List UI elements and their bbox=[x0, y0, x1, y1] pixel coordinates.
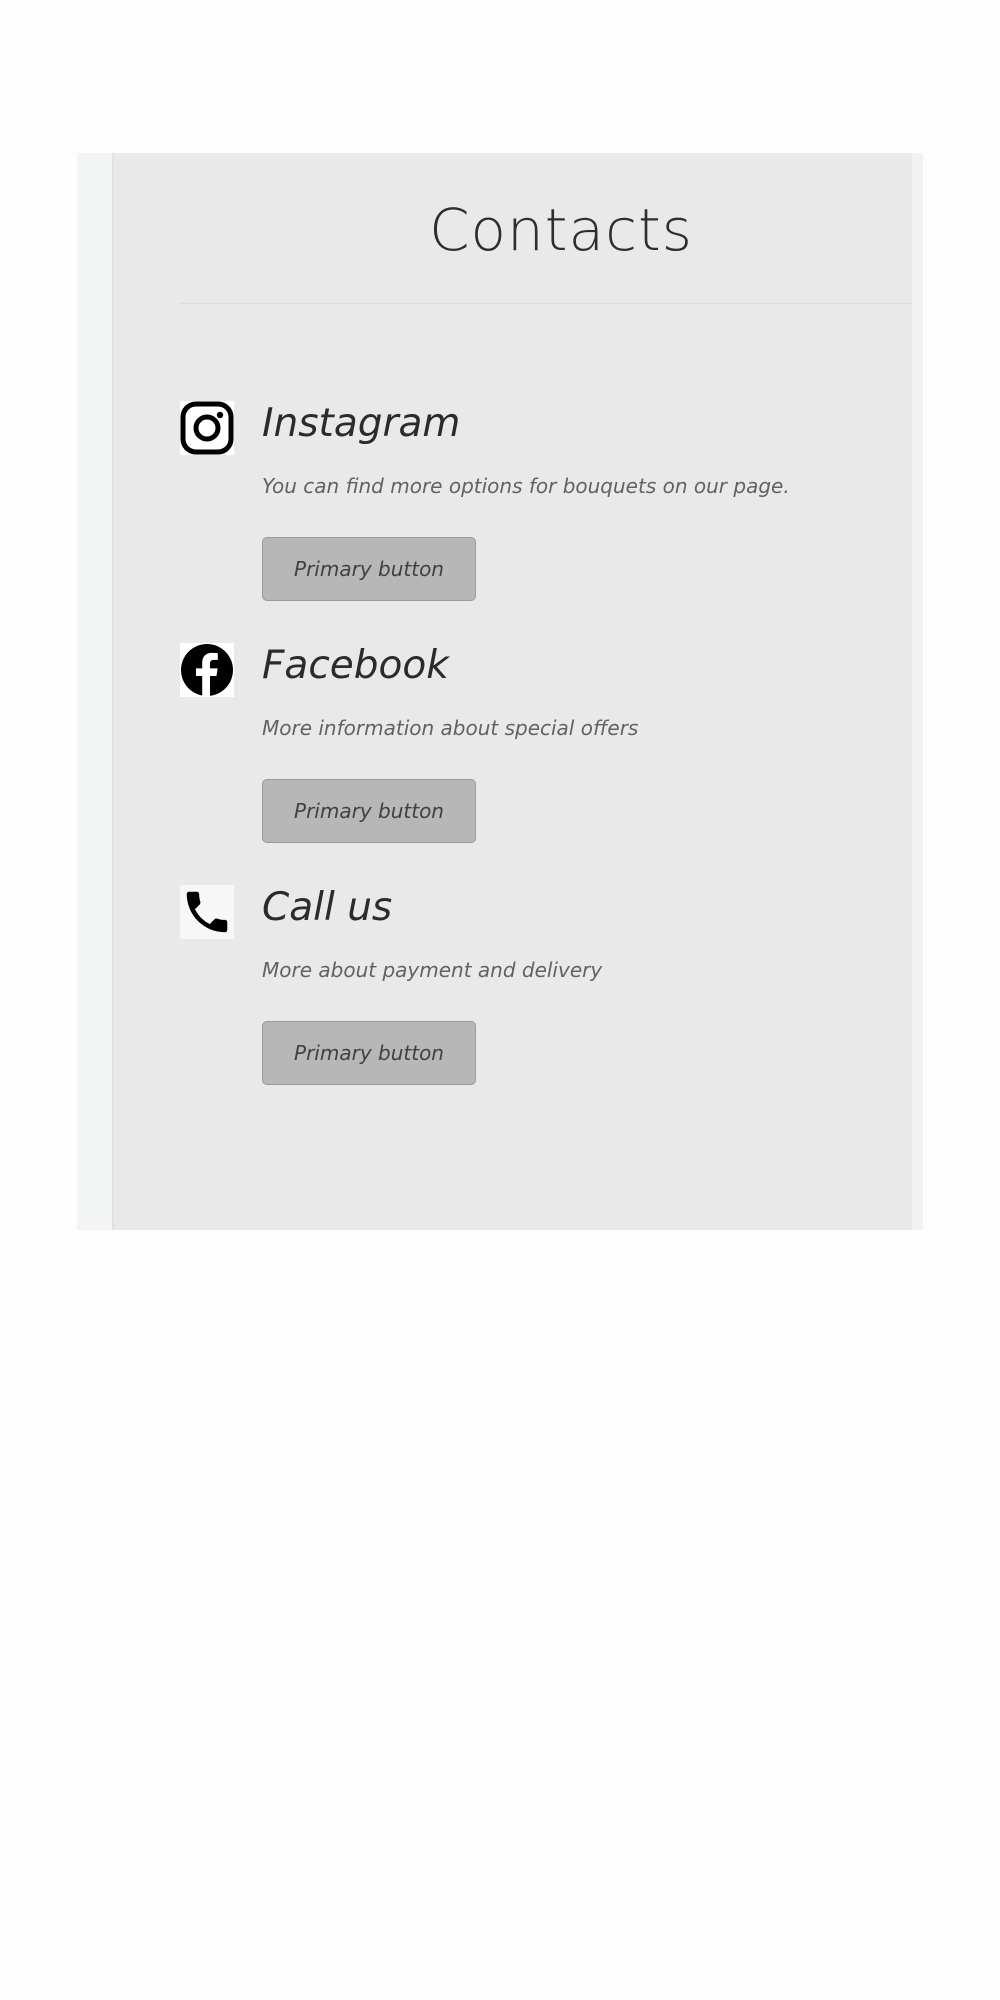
page-title: Contacts bbox=[429, 196, 693, 264]
contacts-content: Contacts Instagram You can find more opt… bbox=[114, 153, 912, 1230]
phone-icon bbox=[180, 885, 234, 939]
page: Contacts Instagram You can find more opt… bbox=[0, 0, 1000, 2000]
contact-title: Call us bbox=[262, 885, 393, 930]
contacts-panel: Contacts Instagram You can find more opt… bbox=[77, 153, 923, 1230]
contact-description: You can find more options for bouquets o… bbox=[262, 474, 790, 498]
contact-title: Instagram bbox=[262, 401, 461, 446]
call-us-primary-button[interactable]: Primary button bbox=[262, 1021, 476, 1085]
contact-description: More information about special offers bbox=[262, 716, 639, 740]
contact-title: Facebook bbox=[262, 643, 449, 688]
panel-left-strip bbox=[77, 153, 114, 1230]
title-divider bbox=[180, 303, 912, 304]
instagram-primary-button[interactable]: Primary button bbox=[262, 537, 476, 601]
contact-description: More about payment and delivery bbox=[262, 958, 603, 982]
facebook-icon bbox=[180, 643, 234, 697]
instagram-icon bbox=[180, 401, 234, 455]
facebook-primary-button[interactable]: Primary button bbox=[262, 779, 476, 843]
